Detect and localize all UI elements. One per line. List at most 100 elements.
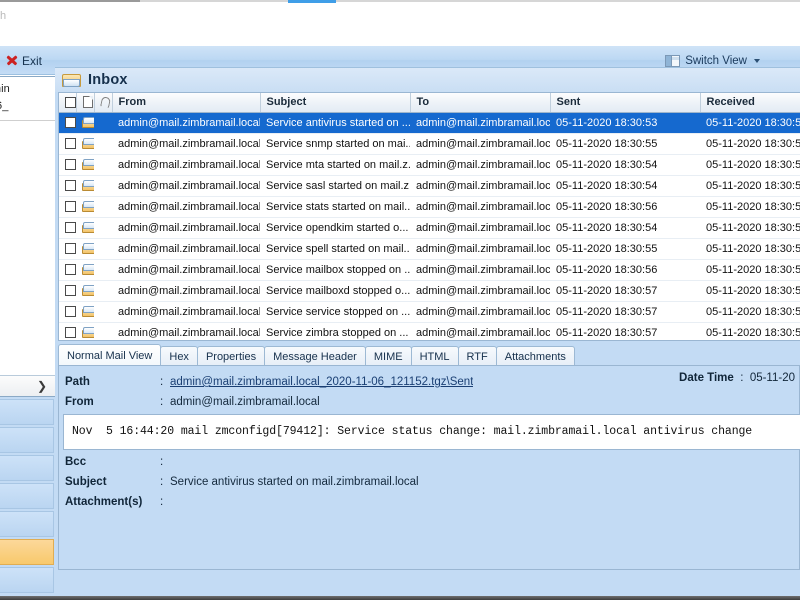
table-row[interactable]: admin@mail.zimbramail.local Service spell… <box>59 238 800 260</box>
row-to: admin@mail.zimbramail.local <box>410 175 550 197</box>
row-subject: Service antivirus started on ... <box>260 112 410 134</box>
row-subject: Service service stopped on ... <box>260 301 410 323</box>
table-row[interactable]: admin@mail.zimbramail.local Service mailb… <box>59 259 800 281</box>
row-checkbox-cell[interactable] <box>59 112 76 134</box>
column-header-select-all[interactable] <box>59 93 77 113</box>
field-colon: : <box>160 376 164 388</box>
sidebar-tree-area[interactable] <box>0 121 55 375</box>
row-sent: 05-11-2020 18:30:56 <box>550 196 700 218</box>
field-value: Service antivirus started on mail.zimbra… <box>170 476 419 488</box>
row-checkbox[interactable] <box>65 243 76 255</box>
row-sent: 05-11-2020 18:30:54 <box>550 175 700 197</box>
column-header-to[interactable]: To <box>410 93 551 113</box>
sidebar-list-item[interactable] <box>0 539 54 565</box>
row-mail-icon-cell <box>76 133 94 155</box>
row-mail-icon-cell <box>76 301 94 323</box>
chevron-right-icon: ❯ <box>36 379 47 393</box>
preview-tab-bar: Normal Mail View Hex Properties Message Hea… <box>58 344 575 366</box>
mail-list[interactable]: From Subject To Sent Received admin@mail… <box>58 92 800 341</box>
message-body-box[interactable]: Nov 5 16:44:20 mail zmconfigd[79412]: Se… <box>63 414 800 450</box>
row-checkbox[interactable] <box>65 117 76 129</box>
tab-message-header[interactable]: Message Header <box>264 346 366 366</box>
row-checkbox-cell[interactable] <box>59 322 76 340</box>
row-to: admin@mail.zimbramail.local <box>410 217 550 239</box>
row-checkbox[interactable] <box>65 180 76 192</box>
column-header-received[interactable]: Received <box>700 93 800 113</box>
row-checkbox[interactable] <box>65 285 76 297</box>
ribbon-active-tab-indicator[interactable] <box>288 0 336 3</box>
row-sent: 05-11-2020 18:30:54 <box>550 217 700 239</box>
table-row[interactable]: admin@mail.zimbramail.local Service opend… <box>59 217 800 239</box>
tab-normal-mail-view[interactable]: Normal Mail View <box>58 344 162 366</box>
exit-button[interactable]: Exit <box>2 50 49 71</box>
row-checkbox-cell[interactable] <box>59 301 76 323</box>
switch-view-icon <box>665 54 681 67</box>
row-checkbox[interactable] <box>65 264 76 276</box>
row-checkbox[interactable] <box>65 327 76 339</box>
sidebar-list-item[interactable] <box>0 427 54 453</box>
sidebar-collapse-button[interactable]: ❯ <box>0 375 55 397</box>
row-checkbox[interactable] <box>65 159 76 171</box>
row-attachment-cell <box>94 259 112 281</box>
row-checkbox-cell[interactable] <box>59 154 76 176</box>
table-row[interactable]: admin@mail.zimbramail.local Service servi… <box>59 301 800 323</box>
table-row[interactable]: admin@mail.zimbramail.local Service snmp … <box>59 133 800 155</box>
field-row: From: admin@mail.zimbramail.local <box>65 392 799 412</box>
row-mail-icon-cell <box>76 196 94 218</box>
row-attachment-cell <box>94 133 112 155</box>
tab-mime[interactable]: MIME <box>364 346 412 366</box>
row-received: 05-11-2020 18:30:56 <box>700 196 800 218</box>
tab-properties[interactable]: Properties <box>196 346 266 366</box>
row-checkbox[interactable] <box>65 222 76 234</box>
column-header-from[interactable]: From <box>112 93 261 113</box>
tab-attachments[interactable]: Attachments <box>495 346 575 366</box>
row-checkbox-cell[interactable] <box>59 259 76 281</box>
column-header-sent[interactable]: Sent <box>550 93 701 113</box>
sidebar-list-item[interactable] <box>0 511 54 537</box>
row-checkbox[interactable] <box>65 138 76 150</box>
row-checkbox-cell[interactable] <box>59 175 76 197</box>
row-from: admin@mail.zimbramail.local <box>112 301 260 323</box>
table-row[interactable]: admin@mail.zimbramail.local Service sasl … <box>59 175 800 197</box>
tab-html[interactable]: HTML <box>410 346 459 366</box>
row-checkbox-cell[interactable] <box>59 280 76 302</box>
row-attachment-cell <box>94 280 112 302</box>
row-checkbox-cell[interactable] <box>59 238 76 260</box>
table-row[interactable]: admin@mail.zimbramail.local Service zimbr… <box>59 322 800 340</box>
row-subject: Service mailbox stopped on ... <box>260 259 410 281</box>
table-row[interactable]: admin@mail.zimbramail.local Service mailb… <box>59 280 800 302</box>
column-header-attachment[interactable] <box>94 93 113 113</box>
tab-rtf[interactable]: RTF <box>457 346 497 366</box>
field-value-link[interactable]: admin@mail.zimbramail.local_2020-11-06_1… <box>170 376 473 388</box>
sidebar-list-item[interactable] <box>0 399 54 425</box>
row-subject: Service mta started on mail.z... <box>260 154 410 176</box>
table-row[interactable]: admin@mail.zimbramail.local Service antiv… <box>59 112 800 134</box>
row-received: 05-11-2020 18:30:54 <box>700 217 800 239</box>
sidebar-list-item[interactable] <box>0 483 54 509</box>
tab-hex[interactable]: Hex <box>160 346 198 366</box>
date-time-display: Date Time : 05-11-20 <box>679 372 795 384</box>
row-checkbox[interactable] <box>65 201 76 213</box>
select-all-checkbox[interactable] <box>65 96 75 108</box>
field-label: Subject <box>65 476 107 488</box>
table-row[interactable]: admin@mail.zimbramail.local Service stats… <box>59 196 800 218</box>
sidebar-path-box[interactable]: oads\admin 020-11-06_ <box>0 77 55 121</box>
sidebar-path-line-2: 020-11-06_ <box>0 100 9 112</box>
row-sent: 05-11-2020 18:30:55 <box>550 238 700 260</box>
chevron-down-icon <box>754 58 760 63</box>
row-checkbox-cell[interactable] <box>59 196 76 218</box>
column-header-read-status[interactable] <box>76 93 95 113</box>
sidebar-list-item[interactable] <box>0 455 54 481</box>
row-checkbox-cell[interactable] <box>59 217 76 239</box>
column-header-subject[interactable]: Subject <box>260 93 411 113</box>
table-row[interactable]: admin@mail.zimbramail.local Service mta s… <box>59 154 800 176</box>
field-label: Bcc <box>65 456 87 468</box>
row-checkbox[interactable] <box>65 306 76 318</box>
sidebar-list-item[interactable] <box>0 567 54 593</box>
row-from: admin@mail.zimbramail.local <box>112 280 260 302</box>
row-to: admin@mail.zimbramail.local <box>410 112 550 134</box>
date-time-label: Date Time <box>679 372 734 384</box>
row-checkbox-cell[interactable] <box>59 133 76 155</box>
row-from: admin@mail.zimbramail.local <box>112 133 260 155</box>
field-row: Attachment(s): <box>65 492 799 512</box>
